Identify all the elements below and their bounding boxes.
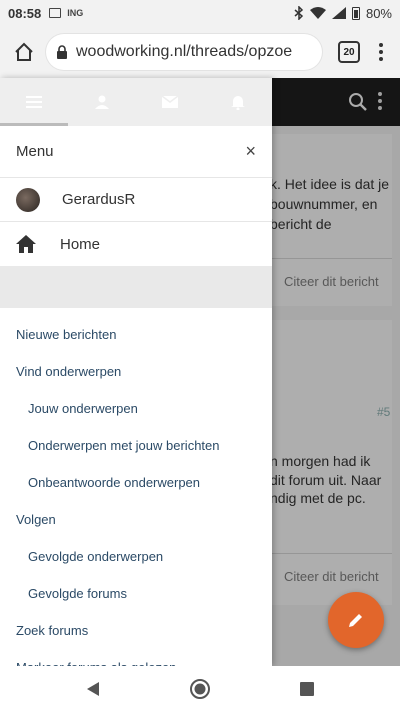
carrier-label: ING — [67, 8, 84, 18]
nav-item-zoek-forums[interactable]: Zoek forums — [0, 612, 272, 649]
side-drawer: Menu × GerardusR Home Nieuwe berichten V… — [0, 78, 272, 666]
tab-inbox[interactable] — [136, 78, 204, 126]
mail-icon — [162, 96, 178, 108]
status-bar: 08:58 ING 80% — [0, 0, 400, 26]
home-nav-button[interactable] — [180, 669, 220, 709]
tab-switcher-button[interactable]: 20 — [338, 41, 360, 63]
wifi-icon — [309, 7, 326, 19]
home-icon — [16, 235, 36, 253]
image-notification-icon — [49, 8, 62, 18]
drawer-header: Menu × — [0, 126, 272, 178]
tab-menu[interactable] — [0, 78, 68, 126]
home-circle-icon — [189, 679, 210, 699]
back-icon — [87, 682, 100, 696]
user-icon — [95, 95, 109, 109]
avatar — [16, 187, 40, 212]
nav-item-volgen[interactable]: Volgen — [0, 501, 272, 538]
forums-section-row[interactable] — [0, 266, 272, 308]
nav-item-nieuwe-berichten[interactable]: Nieuwe berichten — [0, 316, 272, 353]
pencil-icon — [349, 614, 362, 627]
nav-item-onderwerpen-met-jouw-berichten[interactable]: Onderwerpen met jouw berichten — [0, 427, 272, 464]
tab-account[interactable] — [68, 78, 136, 126]
browser-toolbar: woodworking.nl/threads/opzoe 20 — [0, 26, 400, 78]
url-text: woodworking.nl/threads/opzoe — [76, 43, 293, 60]
compose-button[interactable] — [328, 592, 384, 648]
active-tab-indicator — [0, 123, 68, 126]
home-link[interactable]: Home — [0, 222, 272, 266]
nav-item-onbeantwoorde-onderwerpen[interactable]: Onbeantwoorde onderwerpen — [0, 464, 272, 501]
bell-icon — [231, 96, 245, 110]
nav-item-markeer-forums-gelezen[interactable]: Markeer forums als gelezen — [0, 649, 272, 666]
browser-home-button[interactable] — [10, 38, 38, 66]
status-time: 08:58 — [8, 5, 42, 21]
nav-item-vind-onderwerpen[interactable]: Vind onderwerpen — [0, 353, 272, 390]
recents-icon — [299, 682, 314, 696]
browser-menu-button[interactable] — [372, 43, 390, 61]
home-icon — [15, 42, 33, 61]
address-bar[interactable]: woodworking.nl/threads/opzoe — [46, 34, 322, 70]
close-icon[interactable]: × — [245, 141, 256, 162]
drawer-title: Menu — [16, 143, 54, 160]
bluetooth-icon — [294, 6, 304, 20]
user-name: GerardusR — [62, 191, 136, 208]
lock-icon — [57, 45, 67, 59]
battery-icon — [351, 6, 360, 20]
user-profile-link[interactable]: GerardusR — [0, 178, 272, 222]
battery-percent: 80% — [365, 5, 392, 21]
drawer-tabs — [0, 78, 272, 126]
home-label: Home — [60, 235, 101, 253]
nav-item-jouw-onderwerpen[interactable]: Jouw onderwerpen — [0, 390, 272, 427]
nav-item-gevolgde-onderwerpen[interactable]: Gevolgde onderwerpen — [0, 538, 272, 575]
hamburger-icon — [26, 96, 42, 108]
tab-alerts[interactable] — [204, 78, 272, 126]
drawer-nav-list: Nieuwe berichten Vind onderwerpen Jouw o… — [0, 308, 272, 666]
recents-button[interactable] — [287, 669, 327, 709]
nav-item-gevolgde-forums[interactable]: Gevolgde forums — [0, 575, 272, 612]
back-button[interactable] — [73, 669, 113, 709]
system-navigation-bar — [0, 666, 400, 712]
signal-icon — [331, 7, 346, 19]
